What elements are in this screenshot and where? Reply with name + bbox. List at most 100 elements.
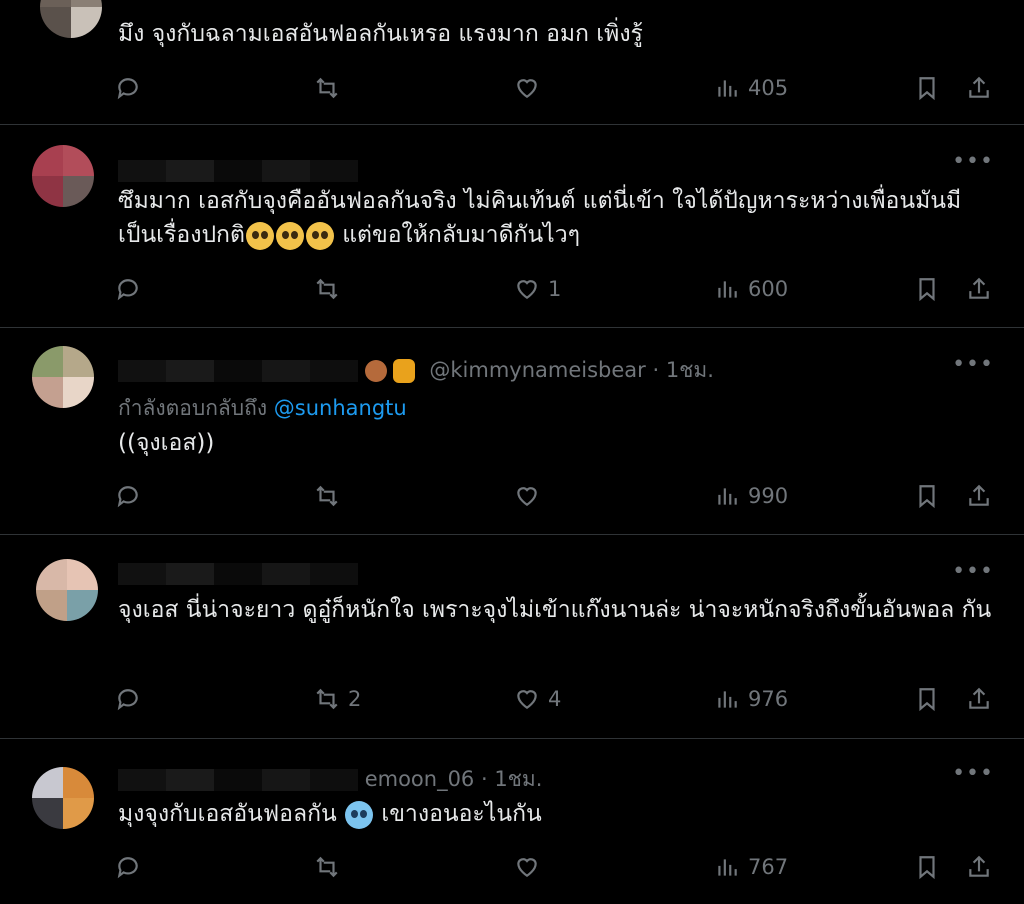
tweet-actions: 990: [0, 478, 1024, 514]
tweet[interactable]: @kimmynameisbear · 1ชม. ••• กำลังตอบกลับ…: [0, 328, 1024, 534]
tweet[interactable]: ••• จุงเอส นี่น่าจะยาว ดูอู๋ก็หนักใจ เพร…: [0, 535, 1024, 738]
retweet-icon: [316, 77, 338, 99]
avatar[interactable]: [32, 145, 94, 207]
reply-button[interactable]: [115, 849, 149, 885]
avatar[interactable]: [32, 767, 94, 829]
replying-prefix: กำลังตอบกลับถึง: [118, 396, 268, 420]
views-icon: [718, 80, 737, 97]
bookmark-icon: [919, 278, 935, 302]
views-button[interactable]: 990: [714, 478, 788, 514]
pleading-face-emoji: [245, 221, 274, 250]
like-button[interactable]: [514, 70, 548, 106]
more-icon: •••: [952, 559, 994, 584]
share-button[interactable]: [966, 70, 992, 106]
reply-icon: [117, 78, 138, 100]
more-button[interactable]: •••: [952, 559, 994, 584]
tweet-actions: 405: [0, 70, 1024, 106]
heart-icon: [517, 858, 537, 877]
retweet-icon: [316, 688, 338, 710]
views-count: 600: [748, 277, 789, 301]
more-button[interactable]: •••: [952, 761, 994, 786]
retweet-button[interactable]: 2: [314, 681, 361, 717]
retweet-button[interactable]: [314, 271, 348, 307]
share-icon: [969, 855, 989, 877]
views-count: 405: [748, 76, 789, 100]
avatar[interactable]: [32, 346, 94, 408]
tweet-text: มึง จุงกับฉลามเอสอันฟอลกันเหรอ แรงมาก อม…: [118, 21, 643, 47]
bookmark-button[interactable]: [914, 271, 940, 307]
tweet-text: มุงจุงกับเอสอันฟอลกัน เขางอนอะไนกัน: [118, 797, 998, 831]
tweet[interactable]: ••• ซึมมาก เอสกับจุงคืออันฟอลกันจริง ไม่…: [0, 125, 1024, 327]
teddy-bear-emoji: [364, 360, 387, 382]
views-icon: [718, 281, 737, 298]
bookmark-icon: [919, 688, 935, 712]
bookmark-button[interactable]: [914, 681, 940, 717]
tweet-actions: 1 600: [0, 271, 1024, 307]
tweet-handle[interactable]: @kimmynameisbear · 1ชม.: [429, 358, 714, 382]
tweet-header: emoon_06 · 1ชม.: [118, 763, 542, 796]
bookmark-icon: [919, 856, 935, 880]
replying-to: กำลังตอบกลับถึง @sunhangtu: [118, 392, 407, 425]
tweet-actions: 2 4 976: [0, 681, 1024, 717]
redacted-name: [118, 769, 358, 791]
reply-button[interactable]: [115, 271, 149, 307]
like-button[interactable]: 1: [514, 271, 561, 307]
like-count: 4: [548, 687, 562, 711]
redacted-name: [118, 563, 358, 585]
retweet-icon: [316, 278, 338, 300]
views-button[interactable]: 405: [714, 70, 788, 106]
share-icon: [969, 687, 989, 709]
cold-face-emoji: [345, 800, 374, 829]
views-count: 990: [748, 484, 789, 508]
share-button[interactable]: [966, 681, 992, 717]
bookmark-button[interactable]: [914, 849, 940, 885]
replying-mention-link[interactable]: @sunhangtu: [274, 396, 407, 420]
share-button[interactable]: [966, 478, 992, 514]
like-button[interactable]: [514, 849, 548, 885]
views-button[interactable]: 767: [714, 849, 788, 885]
retweet-icon: [316, 856, 338, 878]
views-count: 976: [748, 687, 789, 711]
avatar[interactable]: [36, 559, 98, 621]
tweet-handle: emoon_06 · 1ชม.: [364, 767, 543, 791]
views-count: 767: [748, 855, 789, 879]
share-button[interactable]: [966, 849, 992, 885]
tweet-text: ซึมมาก เอสกับจุงคืออันฟอลกันจริง ไม่คินเ…: [118, 184, 998, 252]
share-icon: [969, 484, 989, 506]
bookmark-button[interactable]: [914, 70, 940, 106]
tweet-header: @kimmynameisbear · 1ชม.: [118, 354, 714, 387]
bookmark-icon: [919, 77, 935, 101]
retweet-button[interactable]: [314, 478, 348, 514]
more-button[interactable]: •••: [952, 149, 994, 174]
tweet[interactable]: emoon_06 · 1ชม. ••• มุงจุงกับเอสอันฟอลกั…: [0, 739, 1024, 904]
tweet[interactable]: มึง จุงกับฉลามเอสอันฟอลกันเหรอ แรงมาก อม…: [0, 0, 1024, 124]
reply-button[interactable]: [115, 70, 149, 106]
tweet-header: [118, 158, 358, 182]
reply-button[interactable]: [115, 478, 149, 514]
honey-pot-emoji: [392, 359, 415, 383]
views-button[interactable]: 600: [714, 271, 788, 307]
redacted-name: [118, 360, 358, 382]
pleading-face-emoji: [275, 221, 304, 250]
avatar[interactable]: [40, 0, 102, 38]
reply-button[interactable]: [115, 681, 149, 717]
retweet-button[interactable]: [314, 849, 348, 885]
like-button[interactable]: 4: [514, 681, 561, 717]
tweet-text-part: มุงจุงกับเอสอันฟอลกัน: [118, 801, 337, 827]
heart-icon: [517, 690, 537, 709]
views-button[interactable]: 976: [714, 681, 788, 717]
like-button[interactable]: [514, 478, 548, 514]
redacted-name: [118, 160, 358, 182]
share-icon: [969, 76, 989, 98]
share-button[interactable]: [966, 271, 992, 307]
tweet-text-part: เขางอนอะไนกัน: [374, 801, 542, 827]
more-icon: •••: [952, 761, 994, 786]
tweet-text: จุงเอส นี่น่าจะยาว ดูอู๋ก็หนักใจ เพราะจุ…: [118, 597, 992, 623]
bookmark-button[interactable]: [914, 478, 940, 514]
more-button[interactable]: •••: [952, 352, 994, 377]
tweet-text-part: แต่ขอให้กลับมาดีกันไวๆ: [334, 222, 581, 248]
retweet-button[interactable]: [314, 70, 348, 106]
tweet-text: ((จุงเอส)): [118, 430, 215, 456]
more-icon: •••: [952, 352, 994, 377]
reply-icon: [117, 857, 138, 879]
